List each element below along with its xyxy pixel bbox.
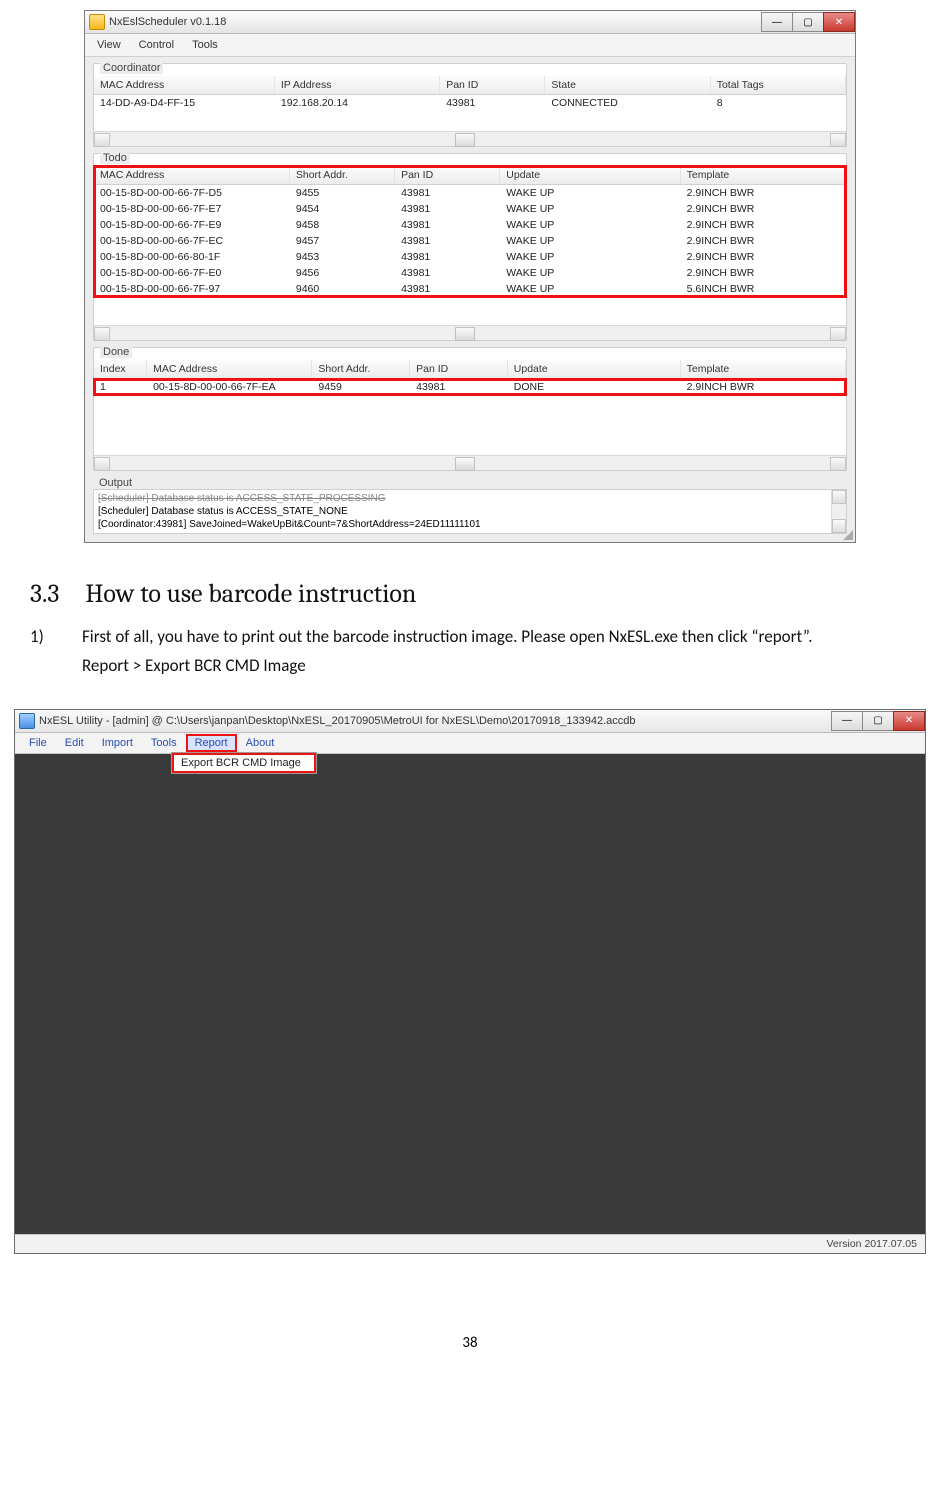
hscrollbar[interactable] bbox=[94, 455, 846, 470]
scheduler-window: NxEslScheduler v0.1.18 — ▢ ✕ View Contro… bbox=[84, 10, 856, 543]
resize-grip-icon[interactable] bbox=[843, 530, 853, 540]
table-row[interactable]: 00-15-8D-00-00-66-7F-E7945443981WAKE UP2… bbox=[94, 201, 846, 217]
app-icon bbox=[19, 713, 35, 729]
table-row[interactable]: 00-15-8D-00-00-66-7F-EC945743981WAKE UP2… bbox=[94, 233, 846, 249]
section-heading: 3.3 How to use barcode instruction bbox=[30, 579, 910, 609]
col-tpl[interactable]: Template bbox=[680, 166, 845, 185]
done-panel: Done Index MAC Address Short Addr. Pan I… bbox=[93, 347, 847, 471]
done-table: Index MAC Address Short Addr. Pan ID Upd… bbox=[94, 360, 846, 395]
page-number: 38 bbox=[0, 1334, 940, 1372]
dropdown-export-bcr[interactable]: Export BCR CMD Image bbox=[173, 754, 315, 772]
coordinator-label: Coordinator bbox=[100, 62, 163, 74]
coordinator-table: MAC Address IP Address Pan ID State Tota… bbox=[94, 76, 846, 111]
output-line: [Scheduler] Database status is ACCESS_ST… bbox=[98, 492, 842, 505]
utility-workspace bbox=[15, 754, 925, 1234]
output-label: Output bbox=[93, 477, 847, 489]
col-panid[interactable]: Pan ID bbox=[410, 360, 508, 379]
vscrollbar[interactable] bbox=[831, 490, 846, 533]
window-title: NxEslScheduler v0.1.18 bbox=[109, 16, 226, 28]
step-path: Report > Export BCR CMD Image bbox=[82, 652, 910, 681]
step-item: 1) First of all, you have to print out t… bbox=[30, 623, 910, 681]
menu-control[interactable]: Control bbox=[139, 39, 174, 51]
col-short[interactable]: Short Addr. bbox=[312, 360, 410, 379]
table-row[interactable]: 00-15-8D-00-00-66-80-1F945343981WAKE UP2… bbox=[94, 249, 846, 265]
col-tags[interactable]: Total Tags bbox=[710, 76, 845, 95]
col-ip[interactable]: IP Address bbox=[274, 76, 439, 95]
menu-edit[interactable]: Edit bbox=[57, 735, 92, 751]
col-short[interactable]: Short Addr. bbox=[289, 166, 394, 185]
close-button[interactable]: ✕ bbox=[893, 711, 925, 731]
menu-about[interactable]: About bbox=[238, 735, 283, 751]
table-row[interactable]: 00-15-8D-00-00-66-7F-E9945843981WAKE UP2… bbox=[94, 217, 846, 233]
heading-number: 3.3 bbox=[30, 579, 59, 609]
col-state[interactable]: State bbox=[545, 76, 710, 95]
menu-report[interactable]: Report bbox=[187, 735, 236, 751]
menu-view[interactable]: View bbox=[97, 39, 121, 51]
table-row[interactable]: 14-DD-A9-D4-FF-15 192.168.20.14 43981 CO… bbox=[94, 95, 846, 112]
titlebar[interactable]: NxESL Utility - [admin] @ C:\Users\janpa… bbox=[15, 710, 925, 733]
col-mac[interactable]: MAC Address bbox=[147, 360, 312, 379]
titlebar[interactable]: NxEslScheduler v0.1.18 — ▢ ✕ bbox=[85, 11, 855, 34]
col-panid[interactable]: Pan ID bbox=[440, 76, 545, 95]
version-text: Version 2017.07.05 bbox=[827, 1238, 918, 1250]
output-line: [Coordinator:43981] SaveJoined=WakeUpBit… bbox=[98, 518, 842, 531]
table-row[interactable]: 00-15-8D-00-00-66-7F-E0945643981WAKE UP2… bbox=[94, 265, 846, 281]
menu-tools[interactable]: Tools bbox=[143, 735, 185, 751]
document-body: 3.3 How to use barcode instruction 1) Fir… bbox=[0, 543, 940, 695]
heading-text: How to use barcode instruction bbox=[85, 579, 416, 609]
coordinator-panel: Coordinator MAC Address IP Address Pan I… bbox=[93, 63, 847, 147]
todo-panel: Todo MAC Address Short Addr. Pan ID Upda… bbox=[93, 153, 847, 341]
report-dropdown: Export BCR CMD Image bbox=[171, 752, 317, 774]
minimize-button[interactable]: — bbox=[761, 12, 793, 32]
col-mac[interactable]: MAC Address bbox=[94, 166, 289, 185]
col-index[interactable]: Index bbox=[94, 360, 147, 379]
table-row[interactable]: 00-15-8D-00-00-66-7F-97946043981WAKE UP5… bbox=[94, 281, 846, 297]
col-tpl[interactable]: Template bbox=[680, 360, 845, 379]
maximize-button[interactable]: ▢ bbox=[862, 711, 894, 731]
col-update[interactable]: Update bbox=[500, 166, 680, 185]
menu-import[interactable]: Import bbox=[94, 735, 141, 751]
col-panid[interactable]: Pan ID bbox=[395, 166, 500, 185]
maximize-button[interactable]: ▢ bbox=[792, 12, 824, 32]
table-row[interactable]: 00-15-8D-00-00-66-7F-D5945543981WAKE UP2… bbox=[94, 185, 846, 202]
todo-table: MAC Address Short Addr. Pan ID Update Te… bbox=[94, 166, 846, 297]
output-box: [Scheduler] Database status is ACCESS_ST… bbox=[93, 489, 847, 534]
menu-file[interactable]: File bbox=[21, 735, 55, 751]
col-update[interactable]: Update bbox=[507, 360, 680, 379]
utility-window: NxESL Utility - [admin] @ C:\Users\janpa… bbox=[14, 709, 926, 1254]
app-icon bbox=[89, 14, 105, 30]
output-line: [Scheduler] Database status is ACCESS_ST… bbox=[98, 505, 842, 518]
menubar: View Control Tools bbox=[85, 34, 855, 57]
step-number: 1) bbox=[30, 623, 82, 681]
window-title: NxESL Utility - [admin] @ C:\Users\janpa… bbox=[39, 715, 636, 727]
output-panel: Output [Scheduler] Database status is AC… bbox=[93, 477, 847, 534]
minimize-button[interactable]: — bbox=[831, 711, 863, 731]
hscrollbar[interactable] bbox=[94, 325, 846, 340]
step-text: First of all, you have to print out the … bbox=[82, 623, 910, 652]
todo-label: Todo bbox=[100, 152, 130, 164]
hscrollbar[interactable] bbox=[94, 131, 846, 146]
close-button[interactable]: ✕ bbox=[823, 12, 855, 32]
menu-tools[interactable]: Tools bbox=[192, 39, 218, 51]
col-mac[interactable]: MAC Address bbox=[94, 76, 274, 95]
menubar: File Edit Import Tools Report About bbox=[15, 733, 925, 754]
todo-highlight: MAC Address Short Addr. Pan ID Update Te… bbox=[94, 166, 846, 297]
status-bar: Version 2017.07.05 bbox=[15, 1234, 925, 1253]
done-label: Done bbox=[100, 346, 132, 358]
done-row-highlight[interactable]: 1 00-15-8D-00-00-66-7F-EA 9459 43981 DON… bbox=[94, 379, 846, 396]
